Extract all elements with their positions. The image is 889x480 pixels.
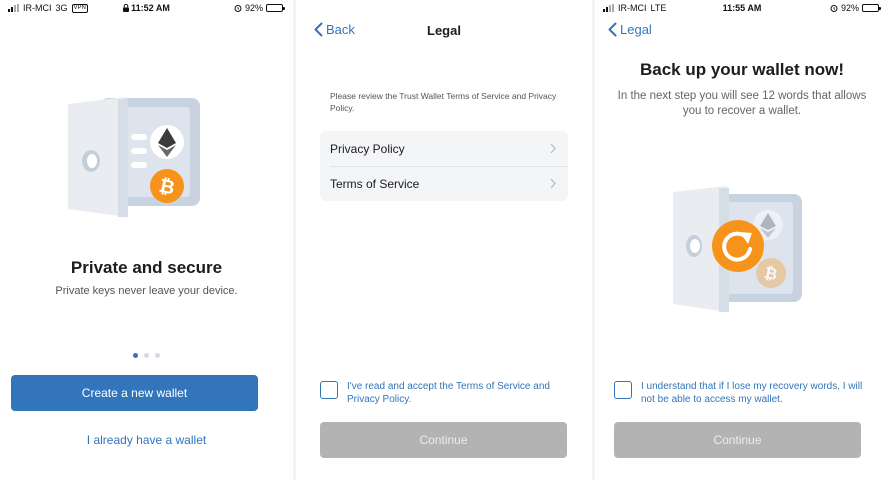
consent-label: I've read and accept the Terms of Servic… [347,381,550,405]
lock-icon [123,4,130,12]
page-title: Legal [427,23,461,38]
legal-intro-text: Please review the Trust Wallet Terms of … [330,91,557,113]
terms-of-service-row[interactable]: Terms of Service [320,166,568,201]
battery-percent: 92% [840,3,859,13]
accept-terms-checkbox[interactable] [320,381,338,399]
continue-button[interactable]: Continue [614,422,861,458]
page-subtitle: In the next step you will see 12 words t… [617,90,867,117]
backup-screen: IR-MCI LTE 11:55 AM 92% Legal Back up yo… [595,0,889,480]
bitcoin-icon: ₿ [756,258,786,288]
understand-checkbox[interactable] [614,381,632,399]
bitcoin-icon: ₿ [150,169,184,203]
chevron-right-icon [550,143,556,154]
chevron-left-icon [608,22,617,37]
battery-charging-icon [266,4,285,12]
pagination-dot[interactable] [133,353,138,358]
onboarding-screen: IR-MCI 3G VPN 11:52 AM 92% ₿ Private and… [0,0,293,480]
status-bar [296,0,592,16]
import-wallet-link[interactable]: I already have a wallet [0,433,293,447]
privacy-policy-row[interactable]: Privacy Policy [320,131,568,166]
pagination-dot[interactable] [144,353,149,358]
row-label: Privacy Policy [330,141,405,156]
continue-button[interactable]: Continue [320,422,567,458]
back-button[interactable]: Legal [608,22,652,37]
pagination-dot[interactable] [155,353,160,358]
create-wallet-button[interactable]: Create a new wallet [11,375,258,411]
vault-illustration: ₿ [68,97,200,217]
status-bar: IR-MCI LTE 11:55 AM 92% [595,0,889,16]
back-label: Legal [620,22,652,37]
refresh-icon [712,220,764,272]
legal-links-list: Privacy Policy Terms of Service [320,131,568,201]
page-title: Back up your wallet now! [639,60,845,79]
status-time: 11:52 AM [131,3,170,13]
nav-bar: Back Legal [296,16,592,46]
ethereum-icon [150,125,184,159]
page-title: Private and secure [70,258,223,277]
row-label: Terms of Service [330,176,420,191]
pagination-dots[interactable] [0,353,293,358]
legal-screen: Back Legal Please review the Trust Walle… [296,0,592,480]
vault-backup-illustration: ₿ [673,186,802,312]
battery-percent: 92% [244,3,263,13]
consent-label: I understand that if I lose my recovery … [641,381,863,405]
chevron-right-icon [550,178,556,189]
status-bar: IR-MCI 3G VPN 11:52 AM 92% [0,0,293,16]
alarm-icon [830,5,838,12]
battery-icon [862,4,881,12]
nav-bar: Legal [595,16,889,46]
terms-consent: I've read and accept the Terms of Servic… [320,380,572,406]
page-subtitle: Private keys never leave your device. [55,285,238,297]
alarm-icon [234,5,242,12]
backup-consent: I understand that if I lose my recovery … [614,380,874,406]
